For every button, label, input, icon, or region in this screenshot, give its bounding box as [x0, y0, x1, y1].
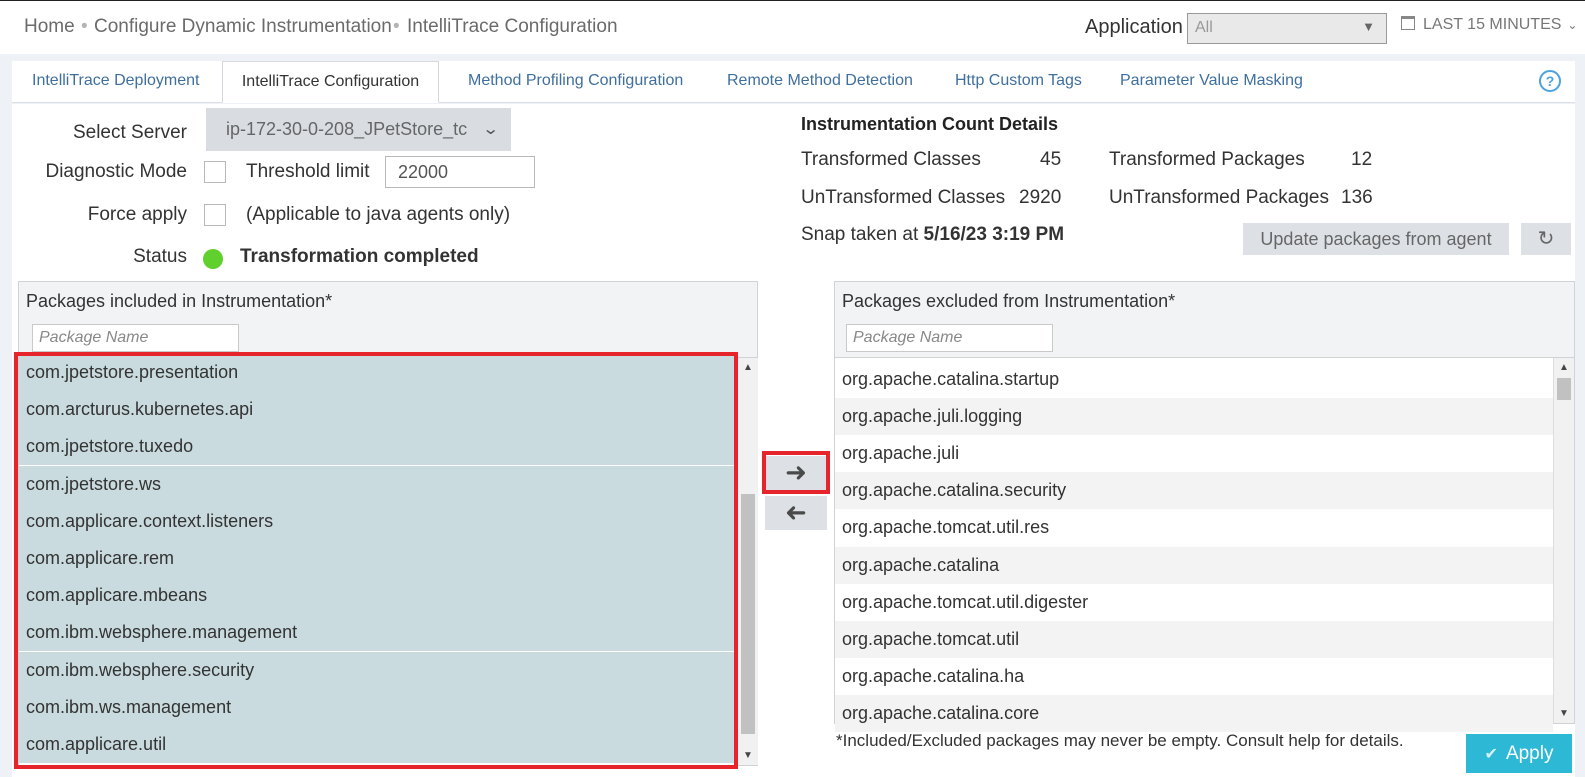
- excluded-package-row[interactable]: org.apache.catalina.security: [835, 472, 1553, 510]
- top-bar: Home • Configure Dynamic Instrumentation…: [0, 0, 1585, 54]
- transformed-packages-label: Transformed Packages: [1109, 149, 1305, 170]
- tab-bar: IntelliTrace Deployment IntelliTrace Con…: [12, 61, 1575, 103]
- included-package-row[interactable]: com.applicare.context.listeners: [19, 502, 737, 540]
- transformed-classes-label: Transformed Classes: [801, 149, 981, 170]
- included-package-row[interactable]: com.ibm.websphere.security: [19, 651, 737, 689]
- scroll-down-icon[interactable]: ▼: [1554, 708, 1574, 719]
- snap-label: Snap taken at 5/16/23 3:19 PM: [801, 224, 1064, 246]
- update-packages-button[interactable]: Update packages from agent: [1243, 223, 1509, 255]
- server-select-value: ip-172-30-0-208_JPetStore_tc: [226, 119, 468, 139]
- excluded-package-row[interactable]: org.apache.catalina.ha: [835, 657, 1553, 695]
- tab-http-custom-tags[interactable]: Http Custom Tags: [945, 61, 1092, 103]
- server-select[interactable]: ip-172-30-0-208_JPetStore_tc ⌄: [206, 108, 511, 151]
- snap-value: 5/16/23 3:19 PM: [923, 224, 1065, 245]
- included-packages-panel: Packages included in Instrumentation* Pa…: [18, 281, 758, 766]
- excluded-package-row[interactable]: org.apache.juli.logging: [835, 398, 1553, 436]
- tab-intellitrace-deployment[interactable]: IntelliTrace Deployment: [22, 61, 209, 103]
- chevron-down-icon: ⌄: [1567, 18, 1578, 32]
- excluded-package-row[interactable]: org.apache.catalina.core: [835, 694, 1553, 732]
- arrow-left-icon: ➜: [785, 497, 807, 527]
- move-right-button[interactable]: ➜: [765, 456, 827, 490]
- breadcrumb-separator: •: [393, 16, 400, 37]
- scroll-down-icon[interactable]: ▼: [738, 750, 758, 761]
- included-package-row[interactable]: com.ibm.ws.management: [19, 688, 737, 726]
- scroll-thumb[interactable]: [1557, 378, 1571, 400]
- excluded-package-row[interactable]: org.apache.catalina: [835, 546, 1553, 584]
- diagnostic-mode-checkbox[interactable]: [204, 161, 226, 183]
- apply-button[interactable]: ✔ Apply: [1466, 734, 1572, 773]
- transformed-packages-value: 12: [1351, 149, 1373, 170]
- packages-footnote: *Included/Excluded packages may never be…: [836, 731, 1404, 750]
- force-apply-label: Force apply: [87, 204, 187, 225]
- included-package-row[interactable]: com.jpetstore.tuxedo: [19, 428, 737, 466]
- transformed-classes-value: 45: [1040, 149, 1062, 170]
- arrow-right-icon: ➜: [785, 457, 807, 487]
- threshold-input[interactable]: 22000: [385, 156, 535, 188]
- breadcrumb-configure[interactable]: Configure Dynamic Instrumentation: [94, 16, 392, 38]
- time-range-picker[interactable]: LAST 15 MINUTES ⌄: [1401, 16, 1577, 34]
- select-server-label: Select Server: [72, 122, 187, 143]
- excluded-scrollbar[interactable]: ▲ ▼: [1553, 358, 1574, 723]
- status-indicator: [203, 249, 223, 269]
- force-apply-checkbox[interactable]: [204, 204, 226, 226]
- help-icon[interactable]: ?: [1539, 70, 1561, 92]
- status-label: Status: [133, 246, 187, 267]
- excluded-package-row[interactable]: org.apache.tomcat.util: [835, 620, 1553, 658]
- included-package-row[interactable]: com.applicare.mbeans: [19, 577, 737, 615]
- excluded-panel-header: Packages excluded from Instrumentation* …: [835, 282, 1574, 358]
- excluded-package-row[interactable]: org.apache.tomcat.util.res: [835, 509, 1553, 547]
- tab-method-profiling-configuration[interactable]: Method Profiling Configuration: [458, 61, 693, 103]
- tab-remote-method-detection[interactable]: Remote Method Detection: [717, 61, 923, 103]
- tab-intellitrace-configuration[interactable]: IntelliTrace Configuration: [222, 61, 439, 103]
- count-details-title: Instrumentation Count Details: [801, 114, 1059, 134]
- excluded-packages-panel: Packages excluded from Instrumentation* …: [834, 281, 1575, 732]
- included-package-row[interactable]: com.ibm.websphere.management: [19, 614, 737, 652]
- included-package-row[interactable]: com.applicare.rem: [19, 540, 737, 577]
- force-apply-note: (Applicable to java agents only): [246, 204, 511, 225]
- application-select-value: All: [1195, 19, 1213, 36]
- excluded-panel-title: Packages excluded from Instrumentation*: [842, 291, 1176, 311]
- included-filter-input[interactable]: Package Name: [32, 324, 239, 352]
- apply-button-label: Apply: [1505, 743, 1554, 764]
- excluded-package-row[interactable]: org.apache.catalina.startup: [835, 361, 1553, 398]
- scroll-up-icon[interactable]: ▲: [738, 362, 758, 373]
- application-select[interactable]: All ▼: [1187, 13, 1387, 44]
- move-left-button[interactable]: ➜: [765, 496, 827, 530]
- application-label: Application: [1085, 16, 1183, 38]
- excluded-package-row[interactable]: org.apache.juli: [835, 435, 1553, 473]
- snap-label-text: Snap taken at: [801, 224, 919, 245]
- included-package-row[interactable]: com.arcturus.kubernetes.api: [19, 391, 737, 429]
- scroll-thumb[interactable]: [741, 494, 755, 734]
- excluded-filter-input[interactable]: Package Name: [846, 324, 1053, 352]
- included-panel-title: Packages included in Instrumentation*: [26, 291, 333, 311]
- excluded-package-row[interactable]: org.apache.tomcat.util.digester: [835, 583, 1553, 621]
- untransformed-classes-value: 2920: [1019, 187, 1062, 208]
- included-package-row[interactable]: com.jpetstore.presentation: [19, 354, 737, 391]
- untransformed-classes-label: UnTransformed Classes: [801, 187, 1006, 208]
- breadcrumb-home[interactable]: Home: [24, 16, 75, 38]
- untransformed-packages-label: UnTransformed Packages: [1109, 187, 1330, 208]
- included-package-row[interactable]: com.applicare.util: [19, 726, 737, 763]
- scroll-up-icon[interactable]: ▲: [1554, 362, 1574, 373]
- caret-down-icon: ▼: [1362, 19, 1375, 34]
- refresh-button[interactable]: ↻: [1521, 223, 1571, 255]
- breadcrumb-separator: •: [81, 16, 88, 37]
- included-panel-header: Packages included in Instrumentation* Pa…: [19, 282, 757, 358]
- diagnostic-mode-label: Diagnostic Mode: [45, 161, 187, 182]
- check-icon: ✔: [1484, 746, 1498, 763]
- tab-parameter-value-masking[interactable]: Parameter Value Masking: [1110, 61, 1313, 103]
- threshold-label: Threshold limit: [246, 161, 370, 182]
- included-package-row[interactable]: com.jpetstore.ws: [19, 465, 737, 503]
- breadcrumb-current: IntelliTrace Configuration: [407, 16, 618, 37]
- status-text: Transformation completed: [240, 246, 479, 267]
- included-scrollbar[interactable]: ▲ ▼: [737, 358, 758, 765]
- refresh-icon: ↻: [1537, 228, 1555, 250]
- time-range-label: LAST 15 MINUTES: [1423, 16, 1562, 33]
- chevron-down-icon: ⌄: [481, 121, 500, 138]
- untransformed-packages-value: 136: [1341, 187, 1373, 208]
- calendar-icon: [1401, 16, 1415, 30]
